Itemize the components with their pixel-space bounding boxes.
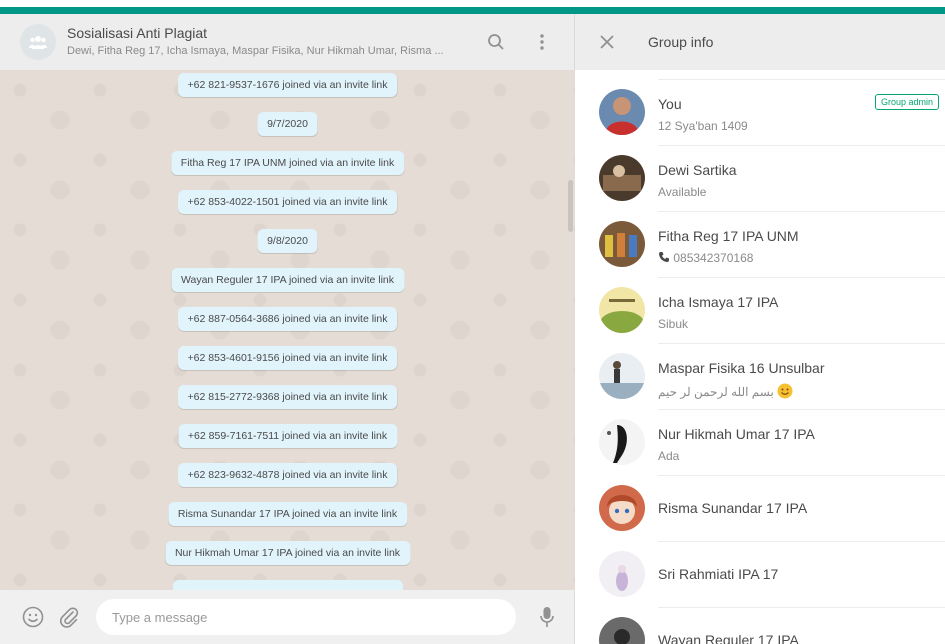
chat-pane: Sosialisasi Anti Plagiat Dewi, Fitha Reg… <box>0 14 575 644</box>
participant-row[interactable]: Icha Ismaya 17 IPA Sibuk <box>575 278 945 344</box>
scrollbar-thumb[interactable] <box>568 180 573 232</box>
participant-status: Available <box>658 185 707 199</box>
participant-status: Sibuk <box>658 317 689 331</box>
compose-bar <box>0 590 575 644</box>
avatar[interactable] <box>599 89 645 135</box>
participant-name: You <box>658 96 682 112</box>
participant-name: Maspar Fisika 16 Unsulbar <box>658 360 825 376</box>
emoji-icon[interactable] <box>21 605 45 629</box>
system-message: Risma Sunandar 17 IPA joined via an invi… <box>167 502 408 526</box>
participant-status: 085342370168 <box>658 251 753 265</box>
participant-row[interactable]: Fitha Reg 17 IPA UNM 085342370168 <box>575 212 945 278</box>
system-message: Fitha Reg 17 IPA UNM joined via an invit… <box>170 151 405 175</box>
system-message: +62 887-0564-3686 joined via an invite l… <box>177 307 398 331</box>
participant-status: بسم الله لرحمن لر حيم <box>658 383 793 399</box>
avatar[interactable] <box>599 617 645 644</box>
system-message: +62 859-7161-7511 joined via an invite l… <box>177 424 398 448</box>
participant-status-text: بسم الله لرحمن لر حيم <box>658 385 774 399</box>
message-list[interactable]: +62 821-9537-1676 joined via an invite l… <box>0 70 575 590</box>
chat-header[interactable]: Sosialisasi Anti Plagiat Dewi, Fitha Reg… <box>0 14 575 70</box>
system-message: +62 815-2772-9368 joined via an invite l… <box>177 385 398 409</box>
system-message: +62 853-4022-1501 joined via an invite l… <box>177 190 398 214</box>
participant-row[interactable]: You 12 Sya'ban 1409 Group admin <box>575 80 945 146</box>
chat-title[interactable]: Sosialisasi Anti Plagiat <box>67 25 207 41</box>
date-divider: 9/8/2020 <box>257 229 318 253</box>
participant-row[interactable]: Dewi Sartika Available <box>575 146 945 212</box>
phone-icon <box>659 252 669 262</box>
participant-list[interactable]: You 12 Sya'ban 1409 Group admin Dewi Sar… <box>575 70 945 644</box>
group-info-header: Group info <box>575 14 945 70</box>
participant-row[interactable]: Wayan Reguler 17 IPA <box>575 608 945 644</box>
participant-status: Ada <box>658 449 680 463</box>
menu-icon[interactable] <box>530 30 554 54</box>
group-admin-badge: Group admin <box>874 94 939 110</box>
group-avatar-icon <box>29 36 47 49</box>
participant-name: Wayan Reguler 17 IPA <box>658 632 799 644</box>
mic-icon[interactable] <box>535 605 559 629</box>
group-info-title: Group info <box>648 34 714 50</box>
search-icon[interactable] <box>484 30 508 54</box>
participant-row[interactable]: Risma Sunandar 17 IPA <box>575 476 945 542</box>
participant-name: Sri Rahmiati IPA 17 <box>658 566 779 582</box>
system-message-partial <box>172 580 403 590</box>
avatar[interactable] <box>599 287 645 333</box>
participant-row[interactable]: Sri Rahmiati IPA 17 <box>575 542 945 608</box>
system-message: +62 823-9632-4878 joined via an invite l… <box>177 463 398 487</box>
message-input[interactable] <box>96 599 516 635</box>
avatar[interactable] <box>599 551 645 597</box>
attach-icon[interactable] <box>57 605 81 629</box>
group-avatar[interactable] <box>20 24 56 60</box>
avatar[interactable] <box>599 155 645 201</box>
date-divider: 9/7/2020 <box>257 112 318 136</box>
system-message: +62 821-9537-1676 joined via an invite l… <box>177 73 398 97</box>
avatar[interactable] <box>599 353 645 399</box>
participant-row[interactable]: Nur Hikmah Umar 17 IPA Ada <box>575 410 945 476</box>
group-info-pane: Group info You 12 Sya'ban 1409 Group adm… <box>575 14 945 644</box>
participant-phone: 085342370168 <box>673 251 754 265</box>
system-message: +62 853-4601-9156 joined via an invite l… <box>177 346 398 370</box>
avatar[interactable] <box>599 485 645 531</box>
app-accent-bar <box>0 7 945 14</box>
participant-name: Fitha Reg 17 IPA UNM <box>658 228 799 244</box>
system-message: Wayan Reguler 17 IPA joined via an invit… <box>170 268 405 292</box>
system-message: Nur Hikmah Umar 17 IPA joined via an inv… <box>164 541 411 565</box>
participant-status: 12 Sya'ban 1409 <box>658 119 748 133</box>
participant-name: Icha Ismaya 17 IPA <box>658 294 779 310</box>
close-icon[interactable] <box>597 32 617 52</box>
smile-emoji-icon <box>777 383 793 399</box>
participant-name: Dewi Sartika <box>658 162 737 178</box>
participant-row[interactable]: Maspar Fisika 16 Unsulbar بسم الله لرحمن… <box>575 344 945 410</box>
avatar[interactable] <box>599 221 645 267</box>
participant-name: Nur Hikmah Umar 17 IPA <box>658 426 815 442</box>
avatar[interactable] <box>599 419 645 465</box>
participant-name: Risma Sunandar 17 IPA <box>658 500 808 516</box>
chat-participants-subtitle[interactable]: Dewi, Fitha Reg 17, Icha Ismaya, Maspar … <box>67 45 462 57</box>
window-top-edge <box>0 0 945 7</box>
